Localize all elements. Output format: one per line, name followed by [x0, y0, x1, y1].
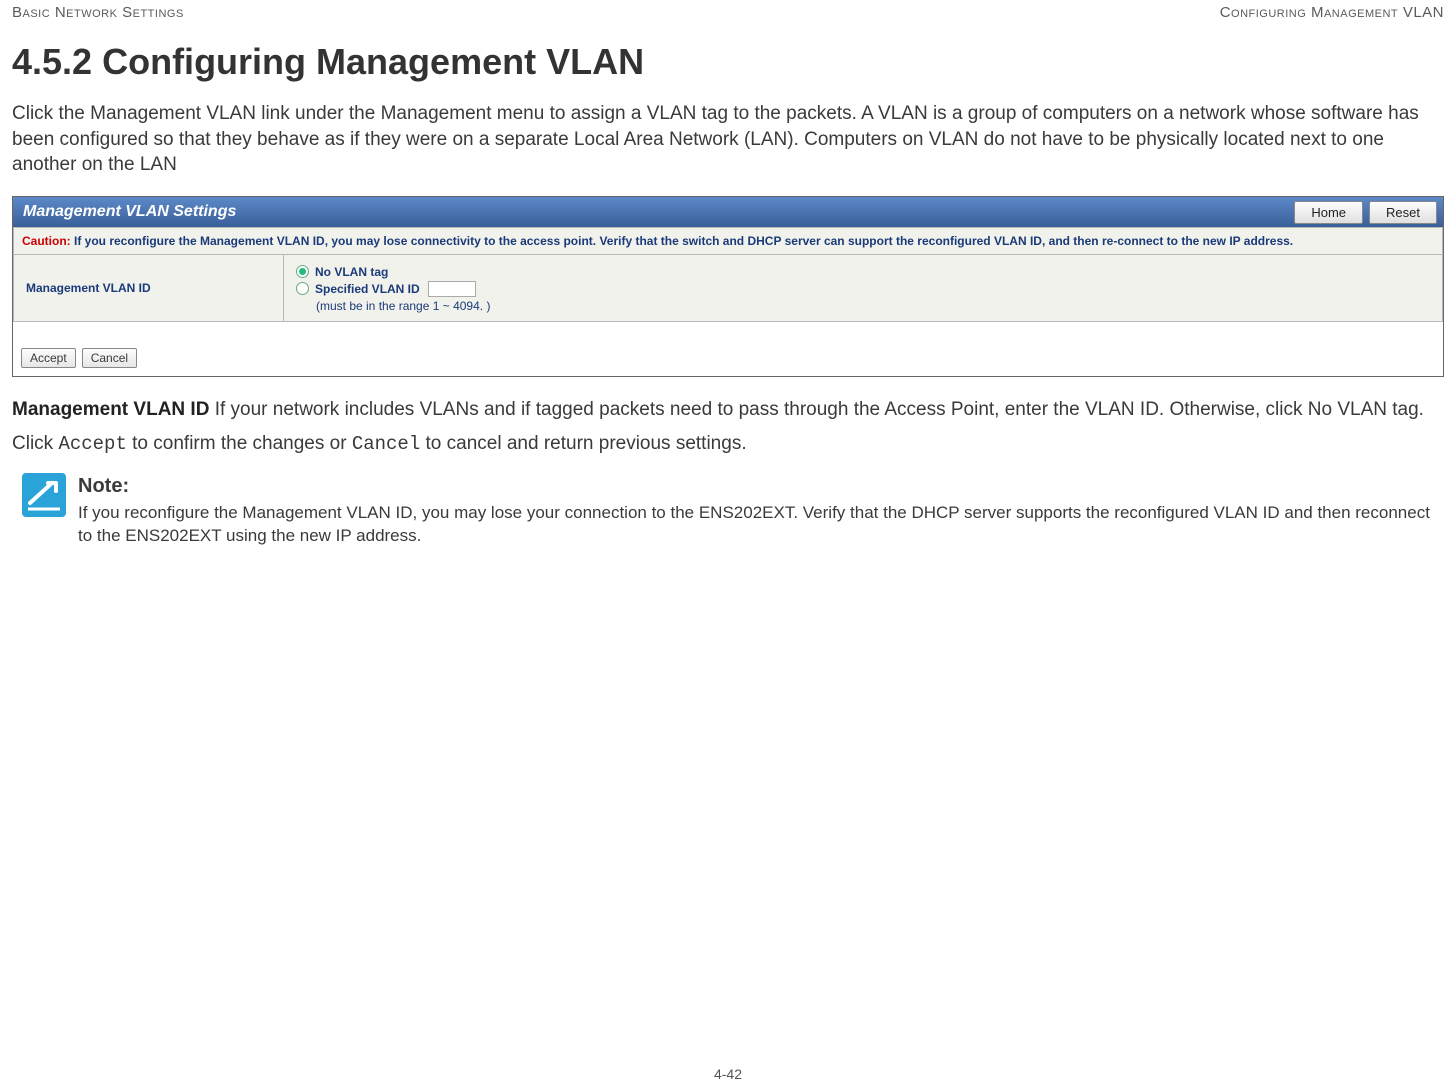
note-block: Note: If you reconfigure the Management … — [22, 473, 1444, 548]
action-post: to cancel and return previous settings. — [420, 433, 746, 454]
section-title: Configuring Management VLAN — [102, 41, 644, 82]
action-pre: Click — [12, 433, 58, 454]
cancel-button[interactable]: Cancel — [82, 348, 137, 368]
action-mid: to confirm the changes or — [127, 433, 352, 454]
panel-title: Management VLAN Settings — [23, 203, 236, 220]
running-head-right: Configuring Management VLAN — [1220, 4, 1444, 21]
running-head-left: Basic Network Settings — [12, 4, 184, 21]
embedded-screenshot: Management VLAN Settings Home Reset Caut… — [12, 196, 1444, 377]
radio-no-vlan-tag[interactable]: No VLAN tag — [296, 265, 1430, 279]
action-description: Click Accept to confirm the changes or C… — [12, 433, 1444, 455]
section-number: 4.5.2 — [12, 41, 92, 82]
accept-button[interactable]: Accept — [21, 348, 76, 368]
note-label: Note: — [78, 473, 1444, 500]
vlan-id-row: Management VLAN ID No VLAN tag Specified… — [14, 254, 1443, 321]
section-heading: 4.5.2 Configuring Management VLAN — [12, 41, 1444, 83]
caution-text: If you reconfigure the Management VLAN I… — [74, 234, 1293, 248]
field-name: Management VLAN ID — [12, 399, 209, 420]
field-text: If your network includes VLANs and if ta… — [209, 399, 1424, 420]
radio-label-no-tag: No VLAN tag — [315, 265, 388, 279]
reset-button[interactable]: Reset — [1369, 201, 1437, 224]
cancel-literal: Cancel — [352, 433, 420, 455]
panel-titlebar: Management VLAN Settings Home Reset — [13, 197, 1443, 227]
note-text: If you reconfigure the Management VLAN I… — [78, 503, 1430, 545]
field-description: Management VLAN ID If your network inclu… — [12, 397, 1444, 423]
accept-literal: Accept — [58, 433, 126, 455]
caution-row: Caution: If you reconfigure the Manageme… — [14, 227, 1443, 254]
caution-label: Caution: — [22, 234, 71, 248]
note-icon — [22, 473, 66, 517]
page-number: 4-42 — [0, 1066, 1456, 1082]
radio-specified-vlan[interactable]: Specified VLAN ID — [296, 281, 1430, 297]
vlan-id-input[interactable] — [428, 281, 476, 297]
vlan-range-hint: (must be in the range 1 ~ 4094. ) — [316, 299, 1430, 313]
vlan-id-label: Management VLAN ID — [14, 254, 284, 321]
radio-icon — [296, 265, 309, 278]
home-button[interactable]: Home — [1294, 201, 1363, 224]
intro-paragraph: Click the Management VLAN link under the… — [12, 101, 1444, 178]
radio-label-specified: Specified VLAN ID — [315, 282, 420, 296]
radio-icon — [296, 282, 309, 295]
